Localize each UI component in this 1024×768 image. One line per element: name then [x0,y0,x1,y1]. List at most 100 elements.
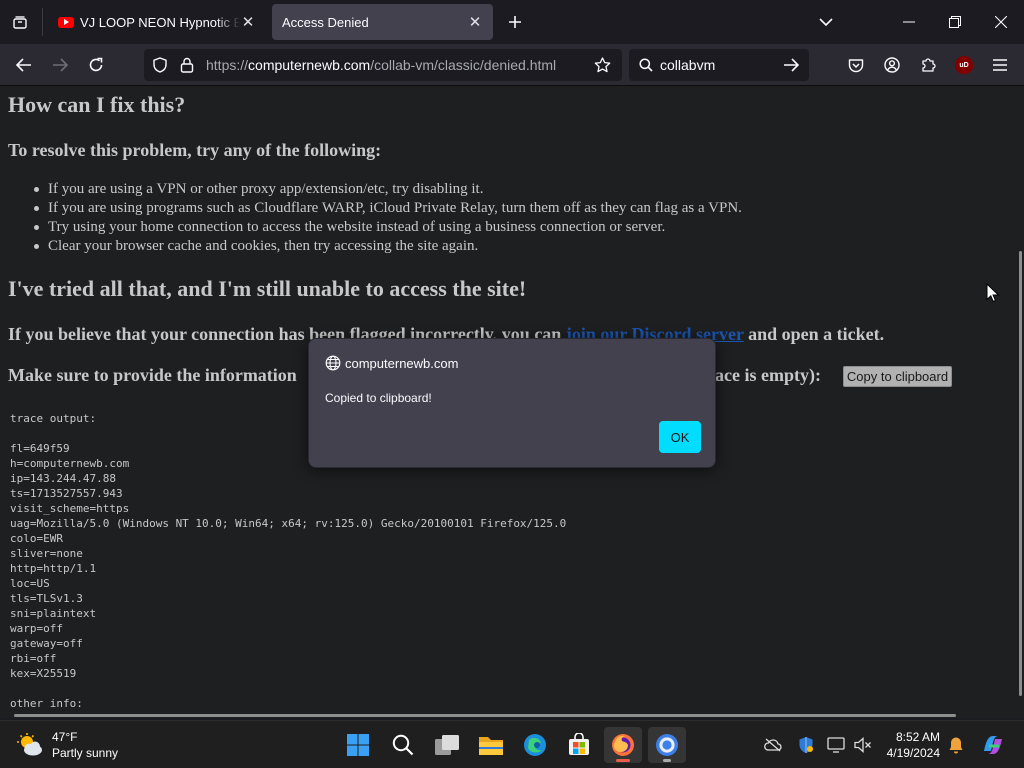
reload-button[interactable] [82,51,110,79]
arrow-right-icon[interactable] [783,58,799,72]
minimize-button[interactable] [895,8,923,36]
tab-access-denied[interactable]: Access Denied ✕ [272,4,493,40]
forward-button[interactable] [46,51,74,79]
copilot-icon [984,736,1002,754]
copilot-button[interactable] [980,733,1006,757]
puzzle-icon [922,58,936,72]
start-button[interactable] [339,727,377,763]
tray-icon-defender[interactable] [796,735,816,755]
ok-button[interactable]: OK [659,421,701,453]
trace-line: http=http/1.1 [10,562,97,575]
tips-list: If you are using a VPN or other proxy ap… [34,180,742,256]
list-item: Clear your browser cache and cookies, th… [34,237,742,256]
horizontal-scrollbar[interactable] [14,714,956,717]
close-window-button[interactable] [987,8,1015,36]
clock-time: 8:52 AM [895,730,940,744]
tab-separator [42,8,43,36]
dialog-message: Copied to clipboard! [325,391,432,405]
shield-icon[interactable] [152,57,168,73]
store-button[interactable] [560,727,598,763]
menu-button[interactable] [986,51,1014,79]
running-indicator [616,759,630,762]
trace-line: uag=Mozilla/5.0 (Windows NT 10.0; Win64;… [10,517,567,530]
task-view-button[interactable] [428,727,466,763]
arrow-left-icon [16,58,31,72]
ublock-icon[interactable]: uD [955,56,973,74]
address-bar[interactable]: https://computernewb.com/collab-vm/class… [144,49,622,81]
list-all-tabs-button[interactable] [812,8,840,36]
trace-line [10,681,566,696]
trace-line: warp=off [10,622,63,635]
trace-line: ts=1713527557.943 [10,487,123,500]
pocket-button[interactable] [842,51,870,79]
file-explorer-button[interactable] [472,727,510,763]
minimize-icon [903,21,915,23]
vertical-scrollbar[interactable] [1019,251,1022,696]
list-item: Try using your home connection to access… [34,218,742,237]
trace-line: loc=US [10,577,50,590]
trace-line: sliver=none [10,547,83,560]
volume-muted-icon [854,737,871,753]
url-path: /collab-vm/classic/denied.html [370,57,557,73]
bell-icon [949,737,963,754]
trace-line: gateway=off [10,637,83,650]
monitor-icon [827,737,845,753]
weather-description: Partly sunny [52,746,119,760]
clock-date: 4/19/2024 [886,746,940,760]
search-icon [639,58,653,72]
taskbar-clock[interactable]: 8:52 AM 4/19/2024 [882,729,940,761]
back-button[interactable] [10,51,38,79]
search-input[interactable]: collabvm [660,57,715,73]
tray-icon-display[interactable] [826,735,846,755]
extensions-button[interactable] [914,51,942,79]
firefox-button[interactable] [604,727,642,763]
trace-line: sni=plaintext [10,607,97,620]
search-icon [392,734,414,756]
account-button[interactable] [878,51,906,79]
tray-icon-hidden-network[interactable] [763,735,783,755]
search-bar[interactable]: collabvm [629,49,809,81]
close-icon[interactable]: ✕ [467,14,483,31]
tab-list-icon [13,16,27,29]
tab-strip: VJ LOOP NEON Hypnotic Blue Geometric ✕ A… [0,0,1024,44]
chrome-icon [656,734,678,756]
restore-icon [949,16,961,28]
trace-line: visit_scheme=https [10,502,130,515]
cloud-off-icon [764,738,782,752]
weather-temperature: 47°F [52,730,78,744]
tab-title: VJ LOOP NEON Hypnotic Blue Geometric [80,14,240,30]
url-host: computernewb.com [248,57,371,73]
tab-youtube[interactable]: VJ LOOP NEON Hypnotic Blue Geometric ✕ [48,4,266,40]
url-text[interactable]: https://computernewb.com/collab-vm/class… [206,57,556,73]
close-icon[interactable]: ✕ [240,14,256,31]
restore-button[interactable] [941,8,969,36]
tab-title: Access Denied [282,14,369,30]
lock-icon[interactable] [180,57,194,73]
arrow-right-icon [53,58,68,72]
heading-resolve: To resolve this problem, try any of the … [8,140,382,160]
heading-how-to-fix: How can I fix this? [8,92,186,117]
reload-icon [89,57,103,72]
alert-dialog: computernewb.com Copied to clipboard! OK [308,338,716,468]
notifications-button[interactable] [946,735,966,755]
copy-to-clipboard-button[interactable]: Copy to clipboard [843,366,952,387]
heading-still-unable: I've tried all that, and I'm still unabl… [8,276,527,301]
star-icon[interactable] [594,57,611,73]
edge-icon [524,734,546,756]
weather-widget[interactable]: 47°F Partly sunny [16,729,118,761]
tab-list-button[interactable] [6,8,34,36]
task-view-icon [435,735,459,755]
chrome-button[interactable] [648,727,686,763]
youtube-icon [58,16,74,28]
search-button[interactable] [384,727,422,763]
partly-sunny-icon [17,733,42,756]
plus-icon [509,16,521,28]
tray-icon-volume[interactable] [853,735,873,755]
mouse-cursor-icon [986,283,1000,303]
folder-icon [479,737,503,755]
new-tab-button[interactable] [501,8,529,36]
weather-text: 47°F Partly sunny [52,729,118,761]
edge-button[interactable] [516,727,554,763]
discord-text-after: and open a ticket. [743,324,885,344]
provide-info-text: Make sure to provide the information [8,365,297,385]
